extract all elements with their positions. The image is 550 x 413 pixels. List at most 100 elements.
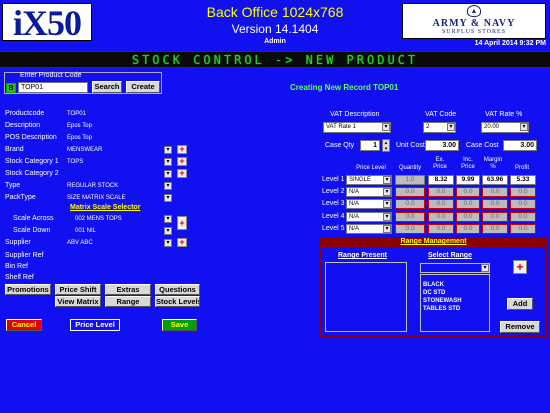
scale-down-dropdown-icon[interactable]: ▾ [164,227,172,235]
inc-price-cell[interactable]: 0.0 [456,199,480,209]
margin-cell[interactable]: 0.0 [482,187,508,197]
price-level-row-label: Level 4 [322,213,345,220]
quantity-cell[interactable]: 0.0 [395,224,425,234]
price-level-value: N/A [349,214,360,220]
cancel-button[interactable]: Cancel [6,319,42,331]
add-stock-category-2-icon[interactable]: + [177,169,187,178]
margin-cell[interactable]: 0.0 [482,212,508,222]
price-level-value: N/A [349,189,360,195]
add-stock-category-1-icon[interactable]: + [177,157,187,166]
price-level-row-label: Level 3 [322,200,345,207]
price-shift-button[interactable]: Price Shift [55,284,101,295]
ex-price-cell[interactable]: 0.0 [428,212,454,222]
range-present-label: Range Present [338,252,388,259]
inc-price-cell[interactable]: 9.99 [456,175,480,185]
add-matrix-scale-icon[interactable]: + [177,216,187,230]
save-button[interactable]: Save [162,319,197,331]
view-matrix-button[interactable]: View Matrix [55,296,101,307]
quantity-header: Quantity [398,165,422,171]
vat-description-select[interactable]: VAT Rate 1 [323,122,391,133]
margin-cell[interactable]: 63.96 [482,175,508,185]
questions-button[interactable]: Questions [155,284,200,295]
vat-code-dropdown-icon[interactable]: ▾ [447,123,455,131]
margin-cell[interactable]: 0.0 [482,224,508,234]
add-button[interactable]: Add [507,298,533,310]
army-navy-emblem-icon: ▲ [467,5,481,17]
price-level-dropdown-icon[interactable]: ▾ [383,200,391,208]
vat-code-value: 2 [426,124,430,130]
productcode-value: TOP01 [67,111,86,117]
margin-cell[interactable]: 0.0 [482,199,508,209]
price-level-dropdown-icon[interactable]: ▾ [383,176,391,184]
price-level-value: SINGLE [349,177,372,183]
case-qty-spinner[interactable]: ▴ ▾ [382,139,390,152]
select-range-dropdown-icon[interactable]: ▾ [481,264,489,272]
price-level-value: N/A [349,201,360,207]
vat-description-dropdown-icon[interactable]: ▾ [382,123,390,131]
stock-levels-button[interactable]: Stock Levels [155,296,200,307]
remove-button[interactable]: Remove [500,321,540,333]
quantity-cell[interactable]: 0.0 [395,212,425,222]
search-button[interactable]: Search [92,81,122,93]
type-dropdown-icon[interactable]: ▾ [164,182,172,190]
profit-cell[interactable]: 0.0 [510,212,536,222]
price-level-button[interactable]: Price Level [70,319,120,331]
ex-price-cell[interactable]: 0.0 [428,224,454,234]
quantity-cell[interactable]: 0.0 [395,187,425,197]
range-button[interactable]: Range [105,296,151,307]
scale-across-label: Scale Across [13,215,54,222]
profit-cell[interactable]: 0.0 [510,224,536,234]
quantity-cell[interactable]: 1.0 [395,175,425,185]
scale-across-dropdown-icon[interactable]: ▾ [164,215,172,223]
unit-cost-input[interactable]: 3.00 [425,140,459,151]
select-range-combo[interactable] [420,263,490,273]
brand-logo: ▲ ARMY & NAVY SURPLUS STORES [402,3,546,39]
supplier-dropdown-icon[interactable]: ▾ [164,239,172,247]
profit-cell[interactable]: 5.33 [510,175,536,185]
list-item[interactable]: STONEWASH [421,297,489,305]
add-range-icon[interactable]: + [513,260,527,274]
spin-down-icon[interactable]: ▾ [385,146,388,152]
stock-category-2-dropdown-icon[interactable]: ▾ [164,170,172,178]
inc-price-cell[interactable]: 0.0 [456,212,480,222]
brand-dropdown-icon[interactable]: ▾ [164,146,172,154]
vat-rate-dropdown-icon[interactable]: ▾ [520,123,528,131]
list-item[interactable]: TABLES STD [421,305,489,313]
stock-category-2-label: Stock Category 2 [5,170,59,177]
ex-price-cell[interactable]: 8.32 [428,175,454,185]
create-button[interactable]: Create [126,81,160,93]
ex-price-cell[interactable]: 0.0 [428,199,454,209]
case-cost-input[interactable]: 3.00 [503,140,537,151]
packtype-dropdown-icon[interactable]: ▾ [164,194,172,202]
bin-ref-label: Bin Ref [5,263,28,270]
list-item[interactable]: DC STD [421,289,489,297]
quantity-cell[interactable]: 0.0 [395,199,425,209]
description-value[interactable]: Epos Top [67,123,92,129]
inc-price-cell[interactable]: 0.0 [456,187,480,197]
ex-price-cell[interactable]: 0.0 [428,187,454,197]
price-level-dropdown-icon[interactable]: ▾ [383,213,391,221]
add-brand-icon[interactable]: + [177,145,187,154]
stock-category-1-dropdown-icon[interactable]: ▾ [164,158,172,166]
profit-cell[interactable]: 0.0 [510,199,536,209]
brand-line2: SURPLUS STORES [441,29,507,35]
profit-cell[interactable]: 0.0 [510,187,536,197]
product-code-input[interactable]: TOP01 [18,82,88,93]
barcode-toggle[interactable]: B [6,83,16,93]
case-qty-input[interactable]: 1 [360,140,380,151]
list-item[interactable]: BLACK [421,281,489,289]
promotions-button[interactable]: Promotions [5,284,51,295]
price-level-dropdown-icon[interactable]: ▾ [383,188,391,196]
select-range-list[interactable]: BLACK DC STD STONEWASH TABLES STD [420,274,490,332]
app-version: Version 14.1404 [231,22,319,36]
price-level-dropdown-icon[interactable]: ▾ [383,225,391,233]
packtype-label: PackType [5,194,36,201]
pos-description-value[interactable]: Epos Top [67,135,92,141]
add-supplier-icon[interactable]: + [177,238,187,247]
range-present-list[interactable] [325,262,407,332]
vat-code-label: VAT Code [425,111,457,118]
price-level-row-label: Level 5 [322,225,345,232]
extras-button[interactable]: Extras [105,284,151,295]
case-qty-label: Case Qty [325,142,355,149]
inc-price-cell[interactable]: 0.0 [456,224,480,234]
